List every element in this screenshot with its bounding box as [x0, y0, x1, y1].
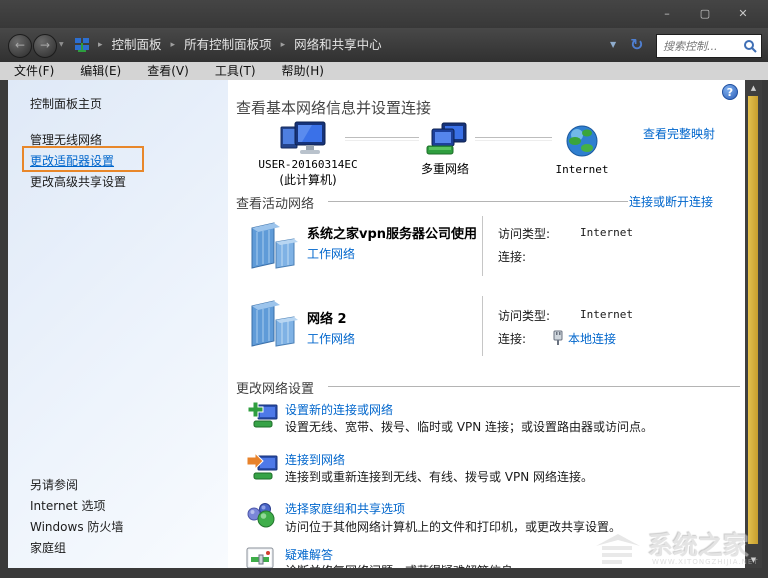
ethernet-glyph	[553, 330, 563, 345]
sidebar-item-windows-firewall[interactable]: Windows 防火墙	[30, 518, 123, 535]
sidebar-item-internet-options[interactable]: Internet 选项	[30, 497, 105, 514]
breadcrumb-sep-icon: ▸	[98, 40, 103, 50]
section-rule	[328, 386, 740, 387]
connect-disconnect-link[interactable]: 连接或断开连接	[629, 193, 713, 210]
title-bar: – ▢ ✕	[0, 0, 768, 28]
vertical-scrollbar[interactable]: ▲ ▼	[745, 80, 762, 568]
column-divider	[482, 296, 483, 356]
breadcrumb-network-sharing[interactable]: 网络和共享中心	[294, 28, 382, 62]
search-icon[interactable]	[743, 39, 757, 53]
network-sharing-center-window: – ▢ ✕ ← → ▼ ▸ 控制面板 ▸ 所有控制面板项 ▸ 网络和共享中心 ▼…	[0, 0, 768, 578]
access-type-label: 访问类型:	[498, 309, 551, 323]
refresh-icon[interactable]: ↻	[630, 28, 643, 61]
map-connector-line	[475, 137, 552, 141]
new-connection-glyph	[247, 401, 278, 428]
local-connection-link[interactable]: 本地连接	[568, 330, 616, 347]
view-full-map-link[interactable]: 查看完整映射	[643, 125, 715, 142]
minimize-button[interactable]: –	[656, 0, 678, 28]
back-button[interactable]: ←	[8, 34, 32, 58]
multi-network-glyph	[426, 122, 467, 155]
help-icon[interactable]: ?	[722, 84, 738, 100]
scroll-down-icon[interactable]: ▼	[745, 556, 762, 564]
breadcrumb-sep-icon: ▸	[170, 40, 176, 50]
menu-file[interactable]: 文件(F)	[14, 62, 54, 80]
computer-glyph	[280, 121, 326, 154]
active-networks-header: 查看活动网络	[236, 197, 315, 212]
scroll-up-icon[interactable]: ▲	[745, 84, 762, 92]
internet-label: Internet	[555, 163, 609, 176]
column-divider	[482, 216, 483, 276]
setup-new-connection-link[interactable]: 设置新的连接或网络	[285, 401, 393, 418]
internet-globe-icon[interactable]	[565, 124, 599, 162]
scrollbar-thumb[interactable]	[748, 96, 758, 544]
breadcrumb-control-panel[interactable]: 控制面板	[112, 28, 162, 62]
network-center-glyph	[75, 38, 89, 52]
sidebar: 控制面板主页 管理无线网络 更改适配器设置 更改高级共享设置 另请参阅 Inte…	[8, 80, 228, 568]
sidebar-item-control-panel-home[interactable]: 控制面板主页	[30, 95, 102, 112]
internet-globe-glyph	[566, 125, 598, 157]
menu-help[interactable]: 帮助(H)	[282, 62, 324, 80]
close-button[interactable]: ✕	[732, 0, 754, 28]
connections-label: 连接:	[498, 250, 527, 264]
network-type-link[interactable]: 工作网络	[307, 245, 355, 262]
connections-label: 连接:	[498, 332, 527, 346]
menu-tools[interactable]: 工具(T)	[215, 62, 256, 80]
connect-to-network-desc: 连接到或重新连接到无线、有线、拨号或 VPN 网络连接。	[285, 470, 594, 484]
access-type-value: Internet	[580, 308, 633, 321]
homegroup-glyph	[247, 503, 275, 528]
sidebar-item-change-adapter-settings[interactable]: 更改适配器设置	[30, 152, 114, 169]
breadcrumb-all-items[interactable]: 所有控制面板项	[184, 28, 272, 62]
search-box[interactable]	[656, 34, 762, 58]
troubleshoot-desc: 诊断并修复网络问题，或获得疑难解答信息。	[285, 562, 525, 568]
address-dropdown-icon[interactable]: ▼	[610, 28, 616, 62]
multi-network-icon[interactable]	[426, 122, 468, 162]
connect-network-glyph	[246, 451, 278, 480]
change-settings-header: 更改网络设置	[236, 382, 315, 397]
homegroup-options-desc: 访问位于其他网络计算机上的文件和打印机，或更改共享设置。	[285, 520, 622, 534]
sidebar-item-advanced-sharing[interactable]: 更改高级共享设置	[30, 173, 126, 190]
see-also-title: 另请参阅	[30, 478, 79, 492]
connect-to-network-link[interactable]: 连接到网络	[285, 451, 345, 468]
connect-network-icon	[246, 451, 278, 485]
new-connection-icon	[246, 400, 278, 434]
network-location-icon[interactable]	[246, 220, 302, 278]
access-type-value: Internet	[580, 226, 633, 239]
buildings-glyph	[251, 300, 298, 347]
navigation-bar: ← → ▼ ▸ 控制面板 ▸ 所有控制面板项 ▸ 网络和共享中心 ▼ ↻	[0, 28, 768, 62]
history-dropdown-icon[interactable]: ▼	[59, 28, 64, 62]
map-connector-line	[345, 137, 419, 141]
homegroup-icon	[246, 501, 278, 533]
buildings-glyph	[251, 222, 298, 269]
breadcrumb-sep-icon: ▸	[280, 40, 286, 50]
search-input[interactable]	[657, 39, 743, 53]
network-name: 系统之家vpn服务器公司使用	[307, 227, 478, 242]
network-type-link[interactable]: 工作网络	[307, 330, 355, 347]
forward-button[interactable]: →	[33, 34, 57, 58]
troubleshoot-link[interactable]: 疑难解答	[285, 546, 333, 563]
maximize-button[interactable]: ▢	[694, 0, 716, 28]
homegroup-options-link[interactable]: 选择家庭组和共享选项	[285, 500, 405, 517]
network-location-icon[interactable]	[246, 298, 302, 356]
access-type-label: 访问类型:	[498, 227, 551, 241]
troubleshoot-glyph	[246, 547, 274, 568]
troubleshoot-icon	[246, 547, 276, 568]
main-content: ? 查看基本网络信息并设置连接 USER-20160314EC (此计算机) 多…	[228, 80, 745, 568]
sidebar-item-homegroup[interactable]: 家庭组	[30, 539, 66, 556]
section-rule	[328, 201, 628, 202]
this-computer-icon[interactable]	[280, 120, 328, 162]
setup-new-connection-desc: 设置无线、宽带、拨号、临时或 VPN 连接；或设置路由器或访问点。	[285, 420, 654, 434]
page-title: 查看基本网络信息并设置连接	[236, 99, 432, 117]
menu-bar: 文件(F) 编辑(E) 查看(V) 工具(T) 帮助(H)	[0, 62, 768, 80]
multi-network-label: 多重网络	[420, 162, 469, 176]
computer-name-label: USER-20160314EC	[258, 158, 358, 171]
menu-edit[interactable]: 编辑(E)	[80, 62, 121, 80]
breadcrumb: ▸ 控制面板 ▸ 所有控制面板项 ▸ 网络和共享中心	[98, 28, 382, 62]
network-center-icon[interactable]	[74, 37, 90, 57]
computer-sub-label: (此计算机)	[279, 173, 337, 187]
menu-view[interactable]: 查看(V)	[147, 62, 189, 80]
network-name: 网络 2	[307, 312, 347, 327]
ethernet-icon	[552, 330, 564, 349]
